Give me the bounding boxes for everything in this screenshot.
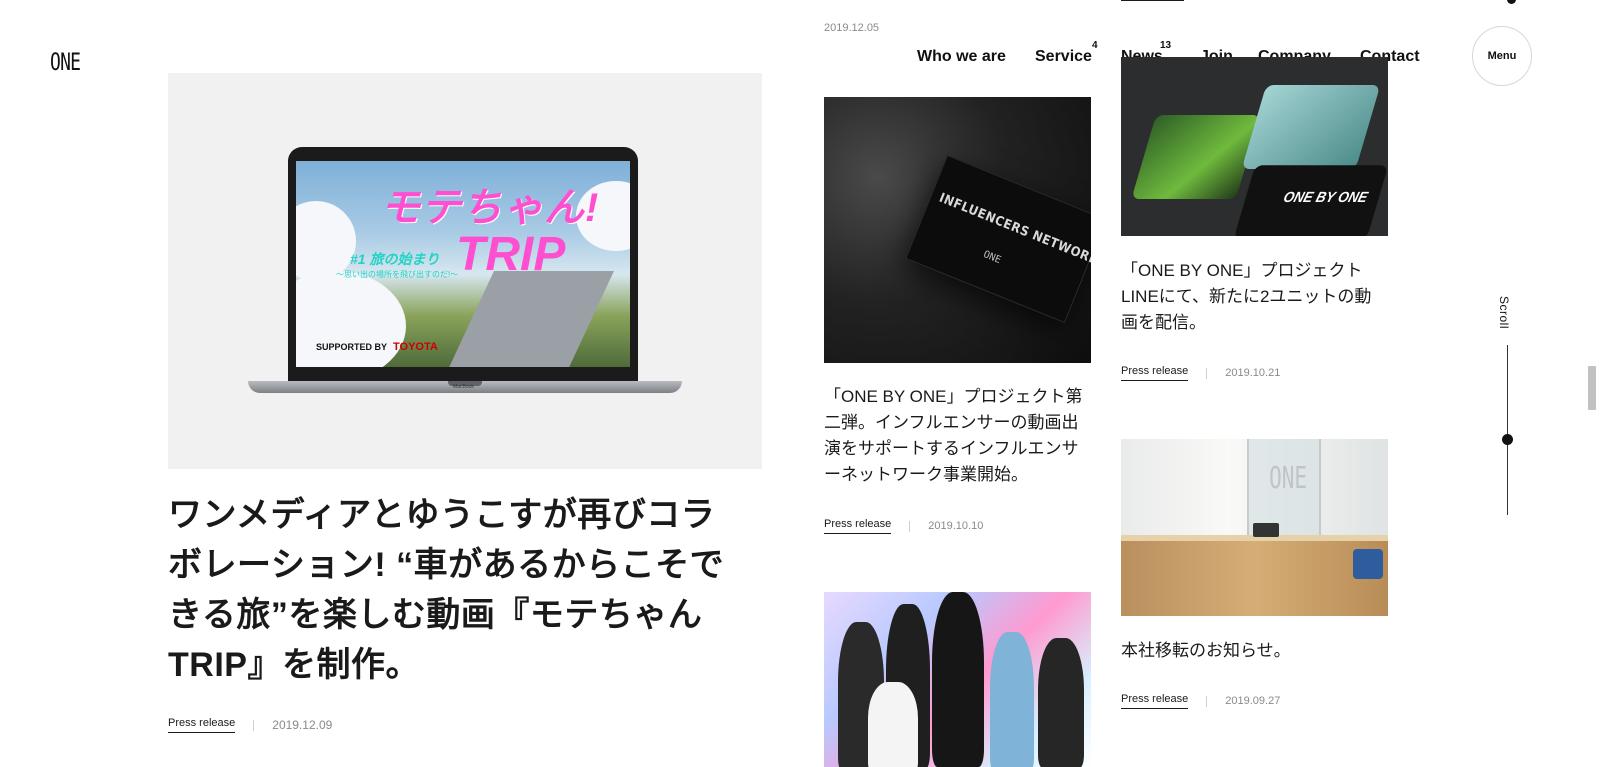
feature-image[interactable]: モテちゃん! TRIP #1 旅の始まり 〜思い出の場所を飛び出すのだ!〜 SU… xyxy=(168,73,762,469)
card-image-tablets[interactable]: ONE BY ONE xyxy=(1121,57,1388,236)
browser-scrollbar-thumb[interactable] xyxy=(1588,366,1596,410)
card-image-influencers[interactable]: INFLUENCERS NETWORK ONE xyxy=(824,97,1091,363)
feature-title[interactable]: ワンメディアとゆうこすが再びコラボレーション! “車があるからこそできる旅”を楽… xyxy=(168,490,748,690)
card-image-group-photo[interactable] xyxy=(824,592,1091,767)
card-category-link[interactable]: Press release xyxy=(824,518,892,534)
screen-title-top: モテちゃん! xyxy=(380,186,600,230)
scroll-label: Scroll xyxy=(1497,296,1511,330)
office-laptop xyxy=(1253,523,1279,537)
screen-supported-by: SUPPORTED BY TOYOTA xyxy=(316,341,438,353)
card-image-office[interactable]: ONE xyxy=(1121,439,1388,616)
menu-button[interactable]: Menu xyxy=(1472,26,1532,86)
scroll-top-dot xyxy=(1507,0,1516,4)
card-title[interactable]: 「ONE BY ONE」プロジェクトLINEにて、新たに2ユニットの動画を配信。 xyxy=(1121,258,1386,336)
screen-title-bottom: TRIP xyxy=(456,228,566,281)
office-chair xyxy=(1353,549,1383,579)
screen-subtitle-small: 〜思い出の場所を飛び出すのだ!〜 xyxy=(336,270,459,279)
laptop-screen-frame: モテちゃん! TRIP #1 旅の始まり 〜思い出の場所を飛び出すのだ!〜 SU… xyxy=(288,147,638,385)
tablet-text: ONE BY ONE xyxy=(1281,188,1370,206)
nav-service[interactable]: Service xyxy=(1035,48,1092,66)
laptop-illustration: モテちゃん! TRIP #1 旅の始まり 〜思い出の場所を飛び出すのだ!〜 SU… xyxy=(248,147,682,395)
feature-meta: Press release 2019.12.09 xyxy=(168,717,332,733)
person-figure xyxy=(868,682,918,767)
office-wall-logo: ONE xyxy=(1269,461,1308,496)
card-title[interactable]: 「ONE BY ONE」プロジェクト第二弾。インフルエンサーの動画出演をサポート… xyxy=(824,384,1089,488)
screen-subtitle: #1 旅の始まり xyxy=(350,251,440,267)
nav-news-count: 13 xyxy=(1160,40,1172,51)
card-date: 2019.10.10 xyxy=(928,520,984,532)
laptop-display: モテちゃん! TRIP #1 旅の始まり 〜思い出の場所を飛び出すのだ!〜 SU… xyxy=(296,161,630,367)
person-figure xyxy=(990,632,1034,767)
road-shape xyxy=(438,271,614,367)
feature-date: 2019.12.09 xyxy=(272,718,333,732)
feature-category-link[interactable]: Press release xyxy=(168,717,236,733)
supported-by-text: SUPPORTED BY xyxy=(316,342,388,352)
meta-divider xyxy=(253,719,255,731)
business-card-logo: ONE xyxy=(981,249,1003,267)
sponsor-logo: TOYOTA xyxy=(393,341,438,353)
top-partial-date: 2019.12.05 xyxy=(824,22,880,34)
tablet-device xyxy=(1131,114,1261,200)
scroll-position-dot xyxy=(1502,434,1513,445)
office-counter xyxy=(1121,541,1388,616)
site-logo[interactable]: ONE xyxy=(50,48,81,76)
top-partial-underline xyxy=(1121,0,1184,1)
person-figure xyxy=(1038,638,1084,767)
laptop-brand: MacBook xyxy=(453,384,474,390)
card-category-link[interactable]: Press release xyxy=(1121,365,1189,381)
tablet-device: ONE BY ONE xyxy=(1233,165,1388,236)
card-category-link[interactable]: Press release xyxy=(1121,693,1189,709)
nav-service-count: 4 xyxy=(1092,40,1098,51)
meta-divider xyxy=(1206,695,1208,707)
card-date: 2019.09.27 xyxy=(1225,695,1281,707)
card-meta: Press release 2019.10.21 xyxy=(1121,365,1280,381)
meta-divider xyxy=(909,520,911,532)
nav-who-we-are[interactable]: Who we are xyxy=(917,48,1006,66)
card-date: 2019.10.21 xyxy=(1225,367,1281,379)
card-meta: Press release 2019.10.10 xyxy=(824,518,983,534)
meta-divider xyxy=(1206,367,1208,379)
scroll-track xyxy=(1507,345,1508,515)
tablet-device xyxy=(1241,84,1381,170)
card-title[interactable]: 本社移転のお知らせ。 xyxy=(1121,638,1386,664)
person-figure xyxy=(932,592,984,767)
card-meta: Press release 2019.09.27 xyxy=(1121,693,1280,709)
laptop-base: MacBook xyxy=(248,381,682,393)
